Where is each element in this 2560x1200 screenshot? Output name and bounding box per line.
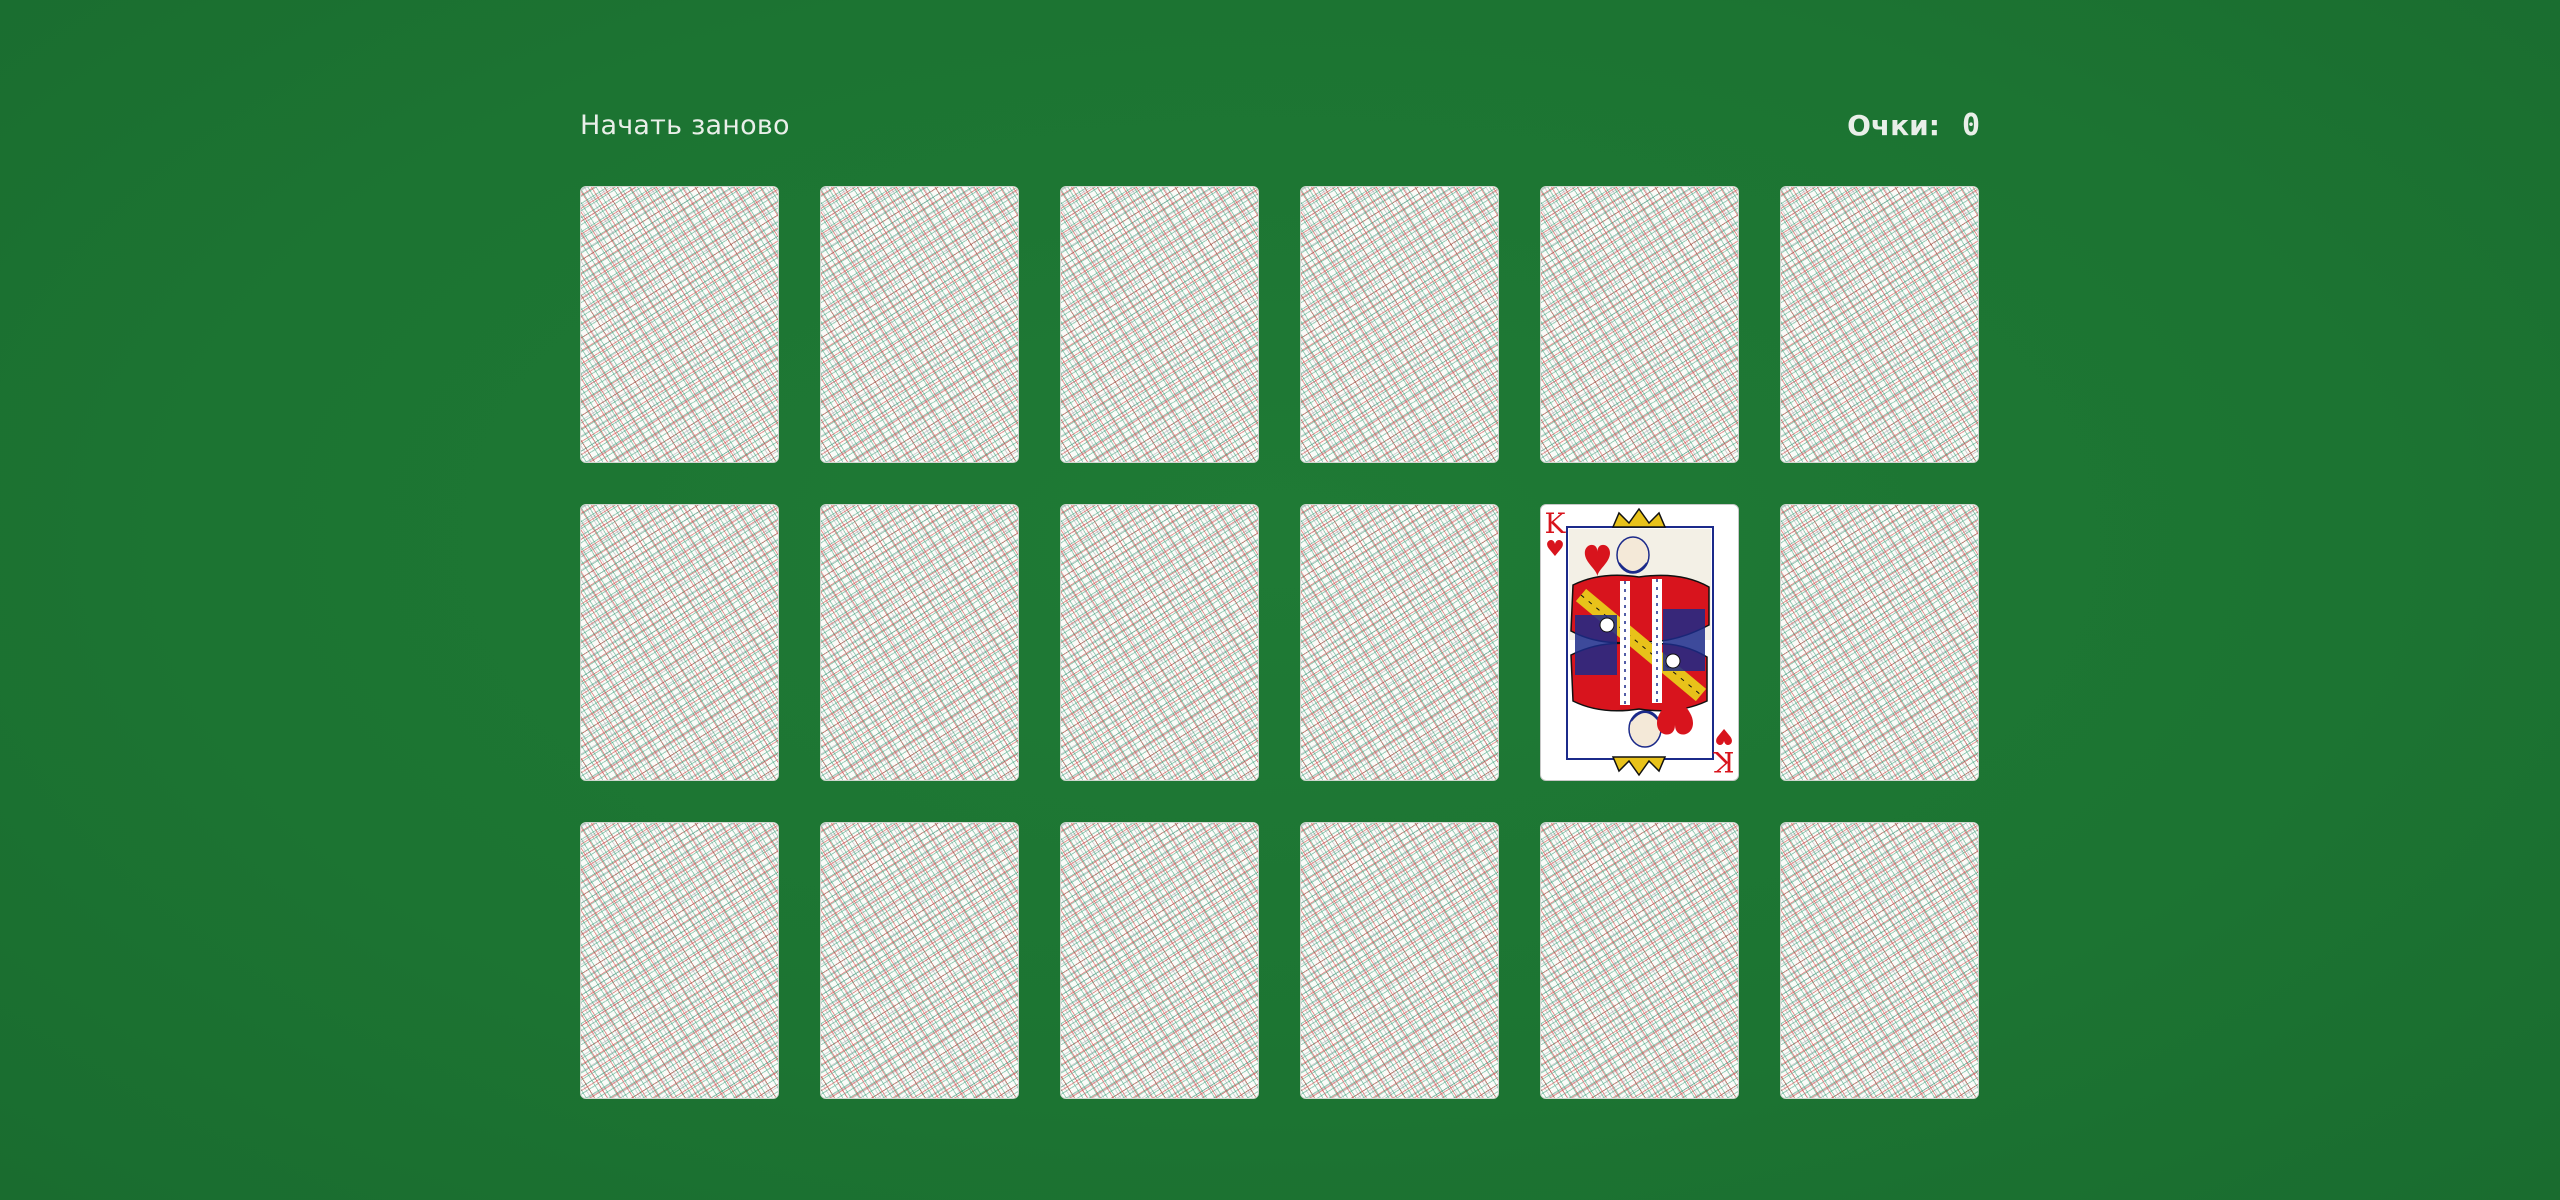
card-face-down[interactable]: [1060, 822, 1259, 1099]
card-face-down[interactable]: [1780, 186, 1979, 463]
card-face-down[interactable]: [820, 504, 1019, 781]
card-suit-icon: ♥: [1545, 537, 1565, 562]
card-face-down[interactable]: [1300, 504, 1499, 781]
card-rank: K: [1713, 745, 1735, 778]
card-face-down[interactable]: [580, 822, 779, 1099]
card-face-down[interactable]: [820, 186, 1019, 463]
restart-button[interactable]: Начать заново: [580, 110, 790, 141]
card-face-down[interactable]: [1060, 186, 1259, 463]
card-corner-index-top: K ♥: [1544, 507, 1566, 563]
card-face-down[interactable]: [1780, 822, 1979, 1099]
king-of-hearts-art: [1566, 507, 1714, 777]
card-corner-index-bottom: K ♥: [1713, 722, 1735, 778]
card-face-down[interactable]: [1540, 186, 1739, 463]
card-face-up[interactable]: K ♥ K ♥: [1540, 504, 1739, 781]
card-face-down[interactable]: [580, 504, 779, 781]
card-suit-icon: ♥: [1714, 723, 1734, 748]
card-grid: K ♥ K ♥: [580, 186, 1981, 1099]
card-face-down[interactable]: [1300, 822, 1499, 1099]
card-face-down[interactable]: [1780, 504, 1979, 781]
card-face-down[interactable]: [820, 822, 1019, 1099]
card-face-down[interactable]: [1540, 822, 1739, 1099]
card-face-down[interactable]: [1300, 186, 1499, 463]
score-label: Очки:: [1847, 109, 1940, 142]
card-face-down[interactable]: [580, 186, 779, 463]
card-face-down[interactable]: [1060, 504, 1259, 781]
score-value: 0: [1961, 108, 1980, 143]
top-bar: Начать заново Очки: 0: [580, 104, 1980, 152]
score-display: Очки: 0: [1847, 108, 1980, 143]
card-rank: K: [1544, 507, 1566, 540]
